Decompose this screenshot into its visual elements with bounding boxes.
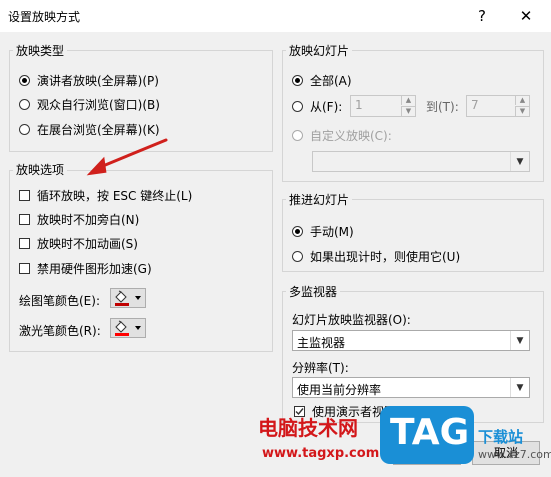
laser-color-button[interactable] xyxy=(110,318,146,338)
pen-color-swatch xyxy=(115,303,129,306)
advance-group-label: 推进幻灯片 xyxy=(286,191,353,208)
dialog-title: 设置放映方式 xyxy=(8,10,81,24)
radio-manual-label[interactable]: 手动(M) xyxy=(310,223,354,240)
laser-color-label: 激光笔颜色(R): xyxy=(19,324,101,338)
show-type-group-label: 放映类型 xyxy=(13,42,68,59)
paint-bucket-icon xyxy=(115,290,141,306)
title-bar: 设置放映方式 ? ✕ xyxy=(0,0,551,32)
radio-browse-window[interactable] xyxy=(19,99,30,110)
watermark-side-text: 下载站 xyxy=(478,428,524,446)
monitor-combo[interactable]: 主监视器 ▼ xyxy=(292,330,530,351)
radio-all-slides[interactable] xyxy=(292,75,303,86)
chevron-down-icon[interactable]: ▼ xyxy=(510,331,529,350)
tag-logo-text: TAG xyxy=(390,412,470,453)
watermark-site-name: 电脑技术网 xyxy=(258,416,358,440)
checkbox-loop-label[interactable]: 循环放映，按 ESC 键终止(L) xyxy=(37,187,192,204)
close-button[interactable]: ✕ xyxy=(512,4,540,28)
spin-up-icon[interactable]: ▲ xyxy=(515,96,529,105)
checkbox-no-narration-label[interactable]: 放映时不加旁白(N) xyxy=(37,211,139,228)
chevron-down-icon xyxy=(135,296,141,300)
resolution-value: 使用当前分辨率 xyxy=(297,383,382,397)
radio-presenter[interactable] xyxy=(19,75,30,86)
red-arrow-annotation xyxy=(86,138,168,176)
checkbox-disable-hw-accel[interactable] xyxy=(19,263,30,274)
to-spinner[interactable]: 7 ▲ ▼ xyxy=(466,95,530,117)
radio-all-slides-label[interactable]: 全部(A) xyxy=(310,72,352,89)
radio-presenter-label[interactable]: 演讲者放映(全屏幕)(P) xyxy=(37,72,159,89)
radio-browse-window-label[interactable]: 观众自行浏览(窗口)(B) xyxy=(37,96,160,113)
radio-kiosk[interactable] xyxy=(19,124,30,135)
resolution-label: 分辨率(T): xyxy=(292,361,349,375)
chevron-down-icon xyxy=(135,326,141,330)
watermark-url: www.tagxp.com xyxy=(262,446,380,461)
to-label: 到(T): xyxy=(426,100,459,114)
paint-bucket-icon xyxy=(115,320,141,336)
slides-group-label: 放映幻灯片 xyxy=(286,42,353,59)
radio-from-slides-label[interactable]: 从(F): xyxy=(310,98,342,115)
from-spinner[interactable]: 1 ▲ ▼ xyxy=(350,95,416,117)
monitor-label: 幻灯片放映监视器(O): xyxy=(292,313,411,327)
monitors-group-label: 多监视器 xyxy=(286,283,341,300)
spin-up-icon[interactable]: ▲ xyxy=(401,96,415,105)
radio-manual[interactable] xyxy=(292,226,303,237)
chevron-down-icon[interactable]: ▼ xyxy=(510,152,529,171)
laser-color-swatch xyxy=(115,333,129,336)
to-value: 7 xyxy=(471,98,479,112)
show-options-group-label: 放映选项 xyxy=(13,161,68,178)
checkbox-no-animation-label[interactable]: 放映时不加动画(S) xyxy=(37,235,138,252)
checkbox-disable-hw-accel-label[interactable]: 禁用硬件图形加速(G) xyxy=(37,260,152,277)
checkbox-loop[interactable] xyxy=(19,190,30,201)
pen-color-label: 绘图笔颜色(E): xyxy=(19,294,100,308)
radio-use-timings-label[interactable]: 如果出现计时，则使用它(U) xyxy=(310,248,460,265)
spin-down-icon[interactable]: ▼ xyxy=(401,106,415,116)
radio-custom-show-label[interactable]: 自定义放映(C): xyxy=(310,127,392,144)
radio-from-slides[interactable] xyxy=(292,101,303,112)
radio-custom-show[interactable] xyxy=(292,130,303,141)
checkbox-no-narration[interactable] xyxy=(19,214,30,225)
help-button[interactable]: ? xyxy=(468,4,496,28)
checkbox-no-animation[interactable] xyxy=(19,238,30,249)
watermark-side-url: www.xz7.com xyxy=(478,448,551,461)
resolution-combo[interactable]: 使用当前分辨率 ▼ xyxy=(292,377,530,398)
spin-down-icon[interactable]: ▼ xyxy=(515,106,529,116)
monitor-value: 主监视器 xyxy=(297,336,346,350)
tag-logo: TAG xyxy=(380,406,474,464)
radio-use-timings[interactable] xyxy=(292,251,303,262)
from-value: 1 xyxy=(355,98,363,112)
pen-color-button[interactable] xyxy=(110,288,146,308)
chevron-down-icon[interactable]: ▼ xyxy=(510,378,529,397)
custom-show-combo[interactable]: ▼ xyxy=(312,151,530,172)
